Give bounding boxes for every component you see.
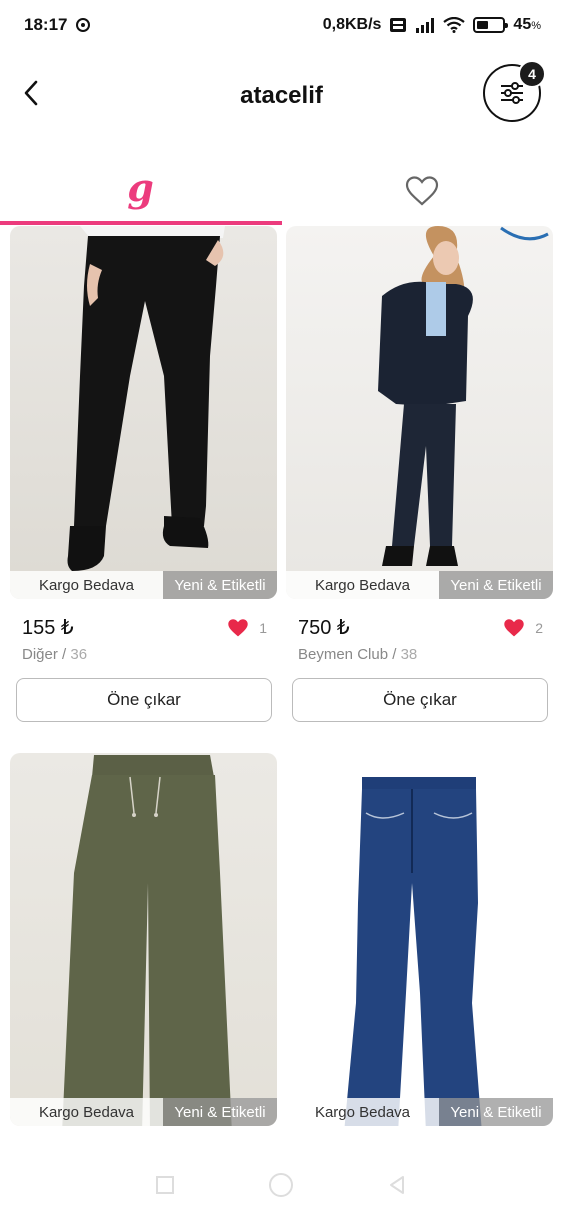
recents-square-icon bbox=[156, 1176, 174, 1194]
back-button[interactable] bbox=[20, 78, 44, 108]
wifi-icon bbox=[443, 17, 466, 33]
active-tab-indicator bbox=[0, 221, 282, 225]
page-title: atacelif bbox=[240, 82, 323, 109]
battery-percent-sign: % bbox=[531, 20, 541, 32]
free-shipping-tag: Kargo Bedava bbox=[10, 1098, 163, 1126]
product-image[interactable]: Kargo Bedava Yeni & Etiketli bbox=[286, 226, 553, 599]
product-image[interactable]: Kargo Bedava Yeni & Etiketli bbox=[10, 226, 277, 599]
condition-tag: Yeni & Etiketli bbox=[163, 571, 277, 599]
home-button[interactable] bbox=[268, 1172, 294, 1198]
battery-icon bbox=[473, 17, 509, 33]
condition-tag: Yeni & Etiketli bbox=[439, 1098, 553, 1126]
home-circle-icon bbox=[269, 1173, 293, 1197]
status-time: 18:17 bbox=[24, 15, 68, 34]
recents-button[interactable] bbox=[152, 1172, 178, 1198]
heart-filled-icon[interactable] bbox=[503, 618, 525, 638]
nav-back-button[interactable] bbox=[384, 1172, 410, 1198]
like-count: 2 bbox=[535, 619, 543, 636]
status-bar: 18:17 0,8KB/s 45% bbox=[0, 0, 563, 50]
like-control[interactable]: 1 bbox=[227, 618, 267, 638]
system-nav-bar bbox=[0, 1150, 563, 1219]
tab-favorites[interactable] bbox=[281, 156, 562, 226]
product-card[interactable]: Kargo Bedava Yeni & Etiketli bbox=[10, 753, 277, 1126]
net-speed: 0,8KB/s bbox=[322, 16, 382, 33]
product-meta: Diğer / 36 bbox=[10, 646, 277, 663]
heart-filled-icon[interactable] bbox=[227, 618, 249, 638]
feature-button[interactable]: Öne çıkar bbox=[16, 678, 272, 722]
product-brand: Diğer bbox=[22, 646, 58, 663]
back-triangle-icon bbox=[390, 1176, 404, 1194]
heart-outline-icon bbox=[405, 176, 438, 206]
like-count: 1 bbox=[259, 619, 267, 636]
like-control[interactable]: 2 bbox=[503, 618, 543, 638]
header: atacelif bbox=[0, 56, 563, 136]
product-image[interactable]: Kargo Bedava Yeni & Etiketli bbox=[286, 753, 553, 1126]
free-shipping-tag: Kargo Bedava bbox=[10, 571, 163, 599]
back-arrow-icon bbox=[24, 80, 38, 106]
volte-icon bbox=[389, 17, 407, 33]
notification-icon bbox=[75, 17, 91, 33]
product-tags: Kargo Bedava Yeni & Etiketli bbox=[10, 1098, 277, 1126]
product-price: 750 ₺ bbox=[298, 617, 350, 639]
product-brand: Beymen Club bbox=[298, 646, 389, 663]
battery-percent: 45 bbox=[513, 16, 532, 33]
product-card[interactable]: Kargo Bedava Yeni & Etiketli bbox=[286, 753, 553, 1126]
tab-closet[interactable]: g bbox=[0, 156, 281, 226]
meta-separator: / bbox=[57, 646, 71, 663]
condition-tag: Yeni & Etiketli bbox=[439, 571, 553, 599]
product-size: 38 bbox=[400, 646, 418, 663]
free-shipping-tag: Kargo Bedava bbox=[286, 571, 439, 599]
product-card[interactable]: Kargo Bedava Yeni & Etiketli 155 ₺ 1 Diğ… bbox=[10, 226, 277, 722]
tab-bar: g bbox=[0, 156, 563, 226]
feature-button[interactable]: Öne çıkar bbox=[292, 678, 548, 722]
product-image[interactable]: Kargo Bedava Yeni & Etiketli bbox=[10, 753, 277, 1126]
closet-tab-glyph: g bbox=[127, 164, 154, 210]
product-card[interactable]: Kargo Bedava Yeni & Etiketli 750 ₺ 2 Bey… bbox=[286, 226, 553, 722]
meta-separator: / bbox=[388, 646, 401, 663]
signal-icon bbox=[415, 17, 435, 33]
product-price: 155 ₺ bbox=[22, 617, 74, 639]
battery-percent-group: 45% bbox=[513, 16, 541, 34]
product-meta: Beymen Club / 38 bbox=[286, 646, 553, 663]
free-shipping-tag: Kargo Bedava bbox=[286, 1098, 439, 1126]
product-tags: Kargo Bedava Yeni & Etiketli bbox=[10, 571, 277, 599]
product-size: 36 bbox=[70, 646, 88, 663]
product-tags: Kargo Bedava Yeni & Etiketli bbox=[286, 1098, 553, 1126]
product-grid: Kargo Bedava Yeni & Etiketli 155 ₺ 1 Diğ… bbox=[0, 226, 563, 1152]
condition-tag: Yeni & Etiketli bbox=[163, 1098, 277, 1126]
product-tags: Kargo Bedava Yeni & Etiketli bbox=[286, 571, 553, 599]
filter-count-badge: 4 bbox=[518, 60, 546, 88]
